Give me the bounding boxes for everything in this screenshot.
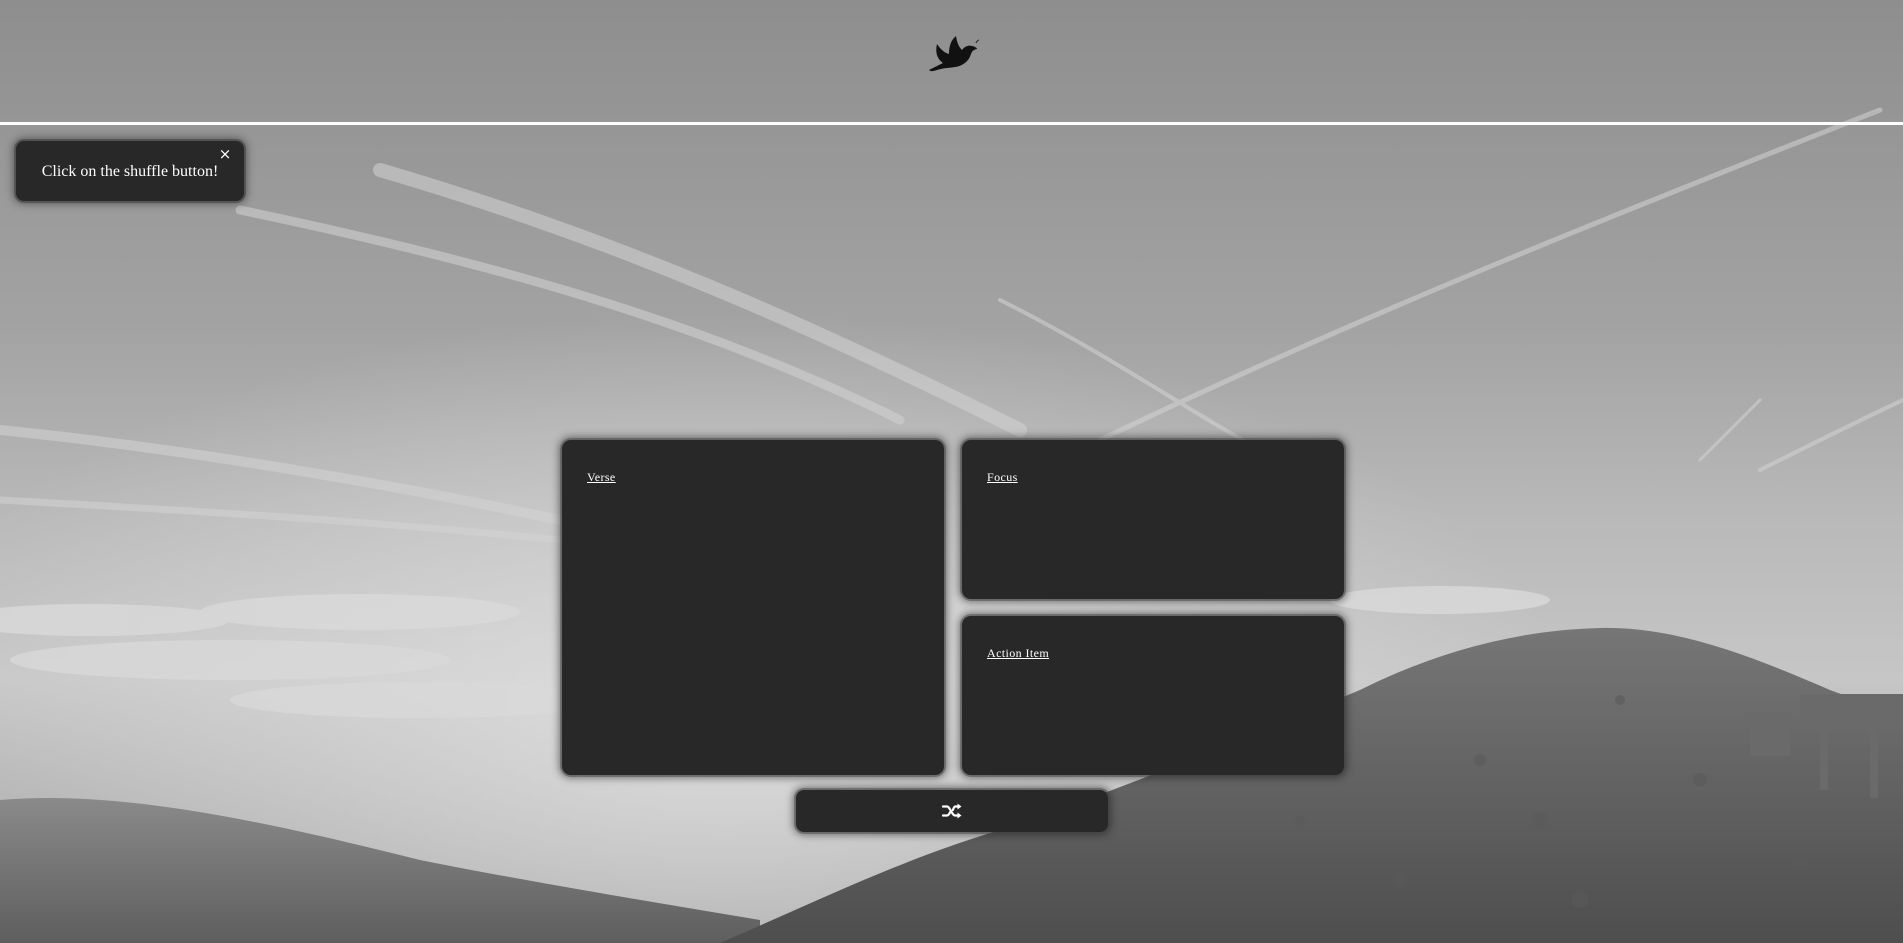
action-item-card: Action Item	[962, 616, 1344, 775]
close-icon[interactable]: ×	[217, 146, 233, 162]
shuffle-icon	[942, 803, 962, 819]
verse-card-title[interactable]: Verse	[587, 470, 616, 485]
shuffle-button[interactable]	[796, 790, 1108, 832]
action-item-card-title[interactable]: Action Item	[987, 646, 1049, 661]
page: × Click on the shuffle button! Verse Foc…	[0, 0, 1903, 943]
header-divider	[0, 122, 1903, 125]
verse-card: Verse	[562, 440, 944, 775]
header	[0, 0, 1903, 122]
toast-notification: × Click on the shuffle button!	[16, 141, 244, 201]
focus-card: Focus	[962, 440, 1344, 599]
dove-icon[interactable]	[927, 34, 979, 76]
focus-card-title[interactable]: Focus	[987, 470, 1018, 485]
toast-message: Click on the shuffle button!	[41, 163, 219, 180]
